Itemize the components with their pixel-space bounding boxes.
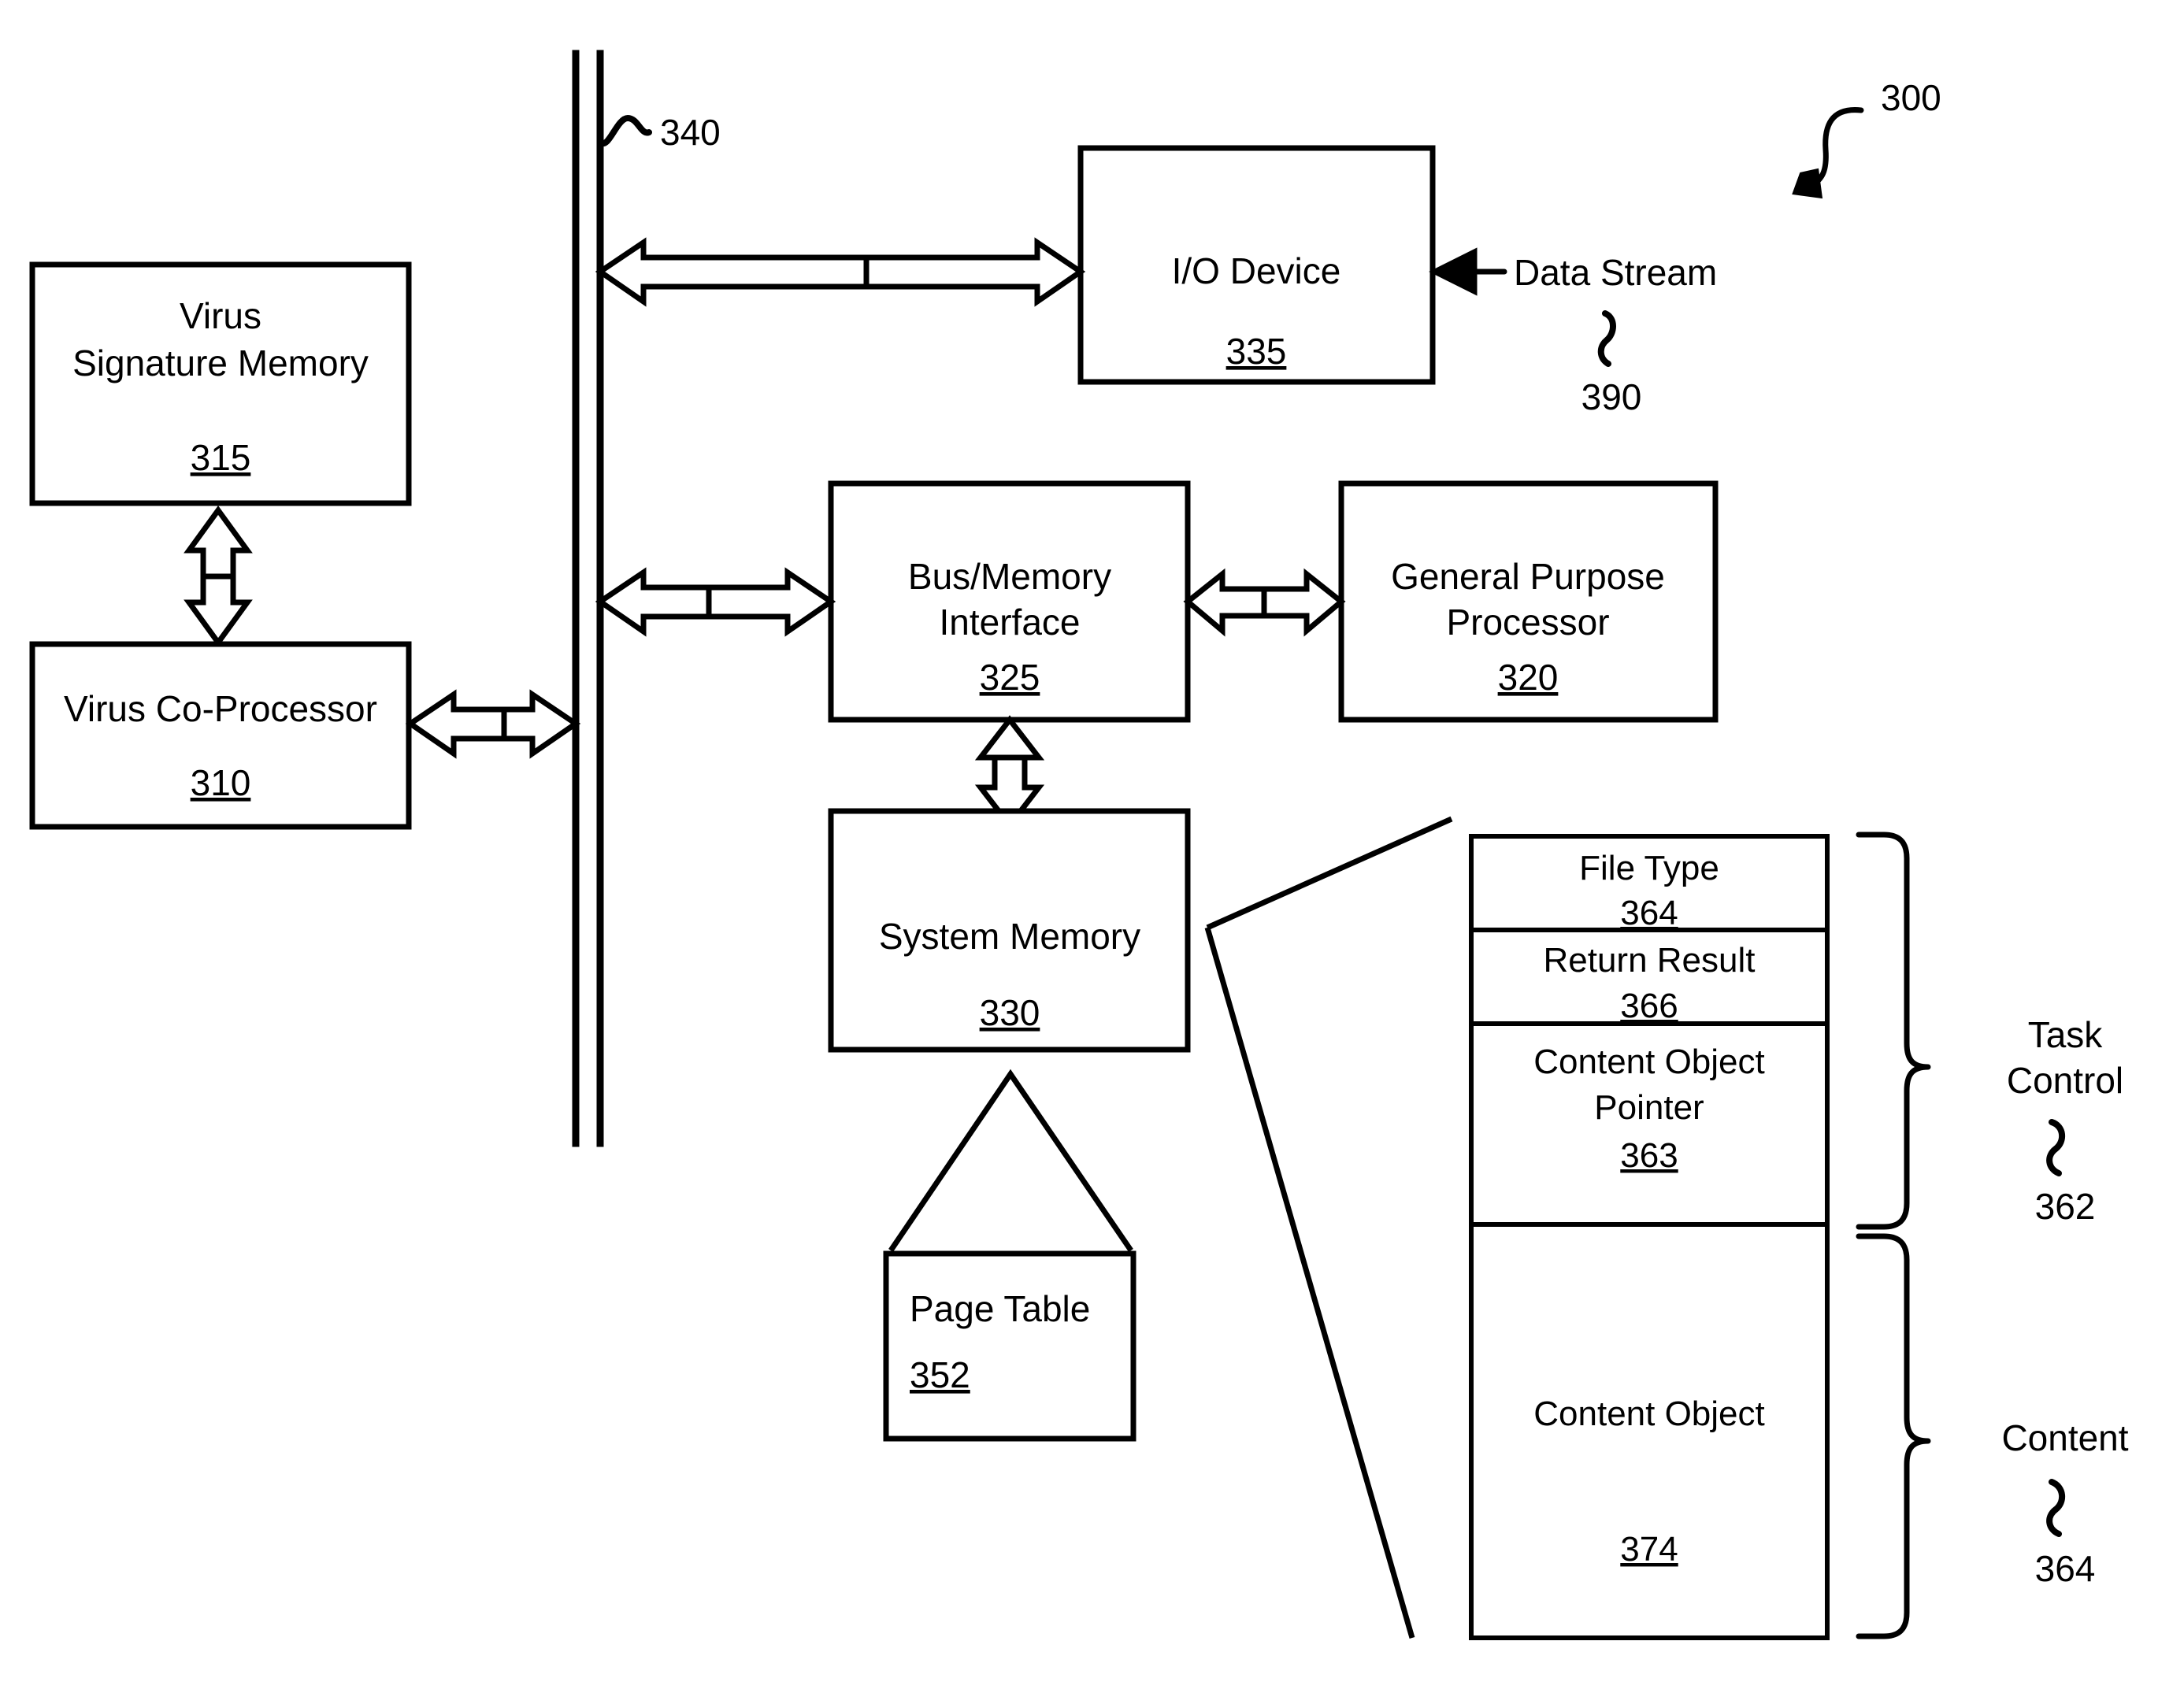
cell-content-object-pointer-label-line2: Pointer (1594, 1088, 1704, 1127)
task-structure-table: File Type 364 Return Result 366 Content … (1469, 834, 1830, 1640)
data-stream-arrowhead (1429, 247, 1478, 296)
system-memory-label-line1: System Memory (879, 916, 1140, 957)
virus-signature-memory-label-line2: Signature Memory (72, 343, 369, 383)
task-control-label-line2: Control (2007, 1060, 2123, 1101)
task-control-label-line1: Task (2028, 1014, 2104, 1055)
cell-content-object-pointer-label-line1: Content Object (1533, 1043, 1765, 1081)
callout-line-lower (1204, 927, 1415, 1639)
bus-memory-interface-label-line2: Interface (940, 602, 1081, 643)
arrow-right-half-io (863, 237, 1086, 307)
block-general-purpose-processor: General Purpose Processor 320 (1338, 480, 1719, 723)
bus-memory-interface-label-line1: Bus/Memory (908, 556, 1111, 597)
content-leader-squiggle (2046, 1479, 2065, 1537)
brace-task-control: Task Control 362 (1856, 832, 2123, 1230)
arrow-signature-memory-to-coprocessor (184, 506, 253, 647)
data-stream-ref: 390 (1581, 376, 1642, 417)
arrow-left-half-coproc (405, 689, 507, 759)
arrow-coprocessor-to-bus (405, 689, 581, 759)
page-table-ref: 352 (910, 1354, 970, 1395)
figure-number-callout: 300 (1792, 77, 1941, 199)
arrow-down-half (184, 573, 253, 647)
arrow-bus-to-io-device (595, 237, 1086, 307)
cell-content-object-label: Content Object (1533, 1395, 1765, 1433)
block-page-table: Page Table 352 (883, 1250, 1136, 1442)
bus-ref-label: 340 (660, 112, 721, 153)
arrow-bmi-to-gpp (1183, 568, 1346, 637)
block-virus-signature-memory: Virus Signature Memory 315 (29, 261, 412, 506)
block-bus-memory-interface: Bus/Memory Interface 325 (828, 480, 1191, 723)
system-memory-ref: 330 (980, 992, 1040, 1033)
cell-content-object-ref: 374 (1620, 1530, 1678, 1569)
task-control-leader-squiggle (2046, 1119, 2065, 1176)
page-table-label-line1: Page Table (910, 1288, 1090, 1329)
figure-canvas: 340 300 Virus Signature Memory 315 Virus… (29, 50, 2129, 1640)
data-stream-label: Data Stream (1514, 252, 1717, 293)
virus-signature-memory-label-line1: Virus (180, 295, 261, 336)
page-table-box (883, 1250, 1136, 1442)
io-device-label-line1: I/O Device (1172, 250, 1341, 291)
block-virus-coprocessor: Virus Co-Processor 310 (29, 641, 412, 830)
figure-number-arrowhead (1792, 168, 1823, 199)
virus-coprocessor-label-line1: Virus Co-Processor (64, 688, 377, 729)
arrow-left-half-gpp (1183, 568, 1267, 637)
task-control-ref: 362 (2035, 1186, 2096, 1227)
page-table-expansion-v (888, 1069, 1133, 1252)
data-stream-callout: Data Stream 390 (1429, 247, 1717, 417)
arrow-bus-to-bus-memory-interface (595, 567, 836, 637)
data-stream-leader-squiggle (1597, 310, 1616, 367)
virus-signature-memory-ref: 315 (191, 437, 251, 478)
page-table-expansion-lines (888, 1069, 1133, 1252)
content-label-line1: Content (2001, 1417, 2128, 1458)
virus-coprocessor-ref: 310 (191, 762, 251, 803)
general-purpose-processor-label-line2: Processor (1446, 602, 1609, 643)
cell-file-type-ref: 364 (1620, 894, 1678, 932)
arrow-left-half-io (595, 237, 870, 307)
block-system-memory: System Memory 330 (828, 808, 1191, 1053)
callout-line-upper (1206, 816, 1453, 931)
patent-figure-root: 340 300 Virus Signature Memory 315 Virus… (0, 0, 2184, 1704)
cell-return-result-label: Return Result (1543, 941, 1755, 980)
arrow-left-half-bmi (595, 567, 712, 637)
io-device-ref: 335 (1226, 331, 1287, 372)
bus-memory-interface-ref: 325 (980, 657, 1040, 698)
arrow-right-half-gpp (1261, 568, 1346, 637)
cell-file-type-label: File Type (1579, 849, 1719, 887)
brace-content: Content 364 (1856, 1233, 2129, 1639)
block-io-device: I/O Device 335 (1077, 145, 1436, 385)
cell-content-object-pointer-ref: 363 (1620, 1136, 1678, 1175)
task-control-brace-path (1856, 832, 1931, 1230)
cell-return-result-ref: 366 (1620, 987, 1678, 1025)
content-brace-path (1856, 1233, 1931, 1639)
arrow-right-half-bmi (706, 567, 836, 637)
general-purpose-processor-label-line1: General Purpose (1391, 556, 1665, 597)
general-purpose-processor-ref: 320 (1498, 657, 1559, 698)
bus-label-leader-squiggle (597, 114, 652, 147)
arrow-right-half-coproc (501, 689, 581, 759)
figure-number-label: 300 (1881, 77, 1941, 118)
task-structure-callout-lines (1204, 816, 1453, 1639)
content-ref: 364 (2035, 1548, 2096, 1589)
arrow-up-half (184, 506, 253, 580)
